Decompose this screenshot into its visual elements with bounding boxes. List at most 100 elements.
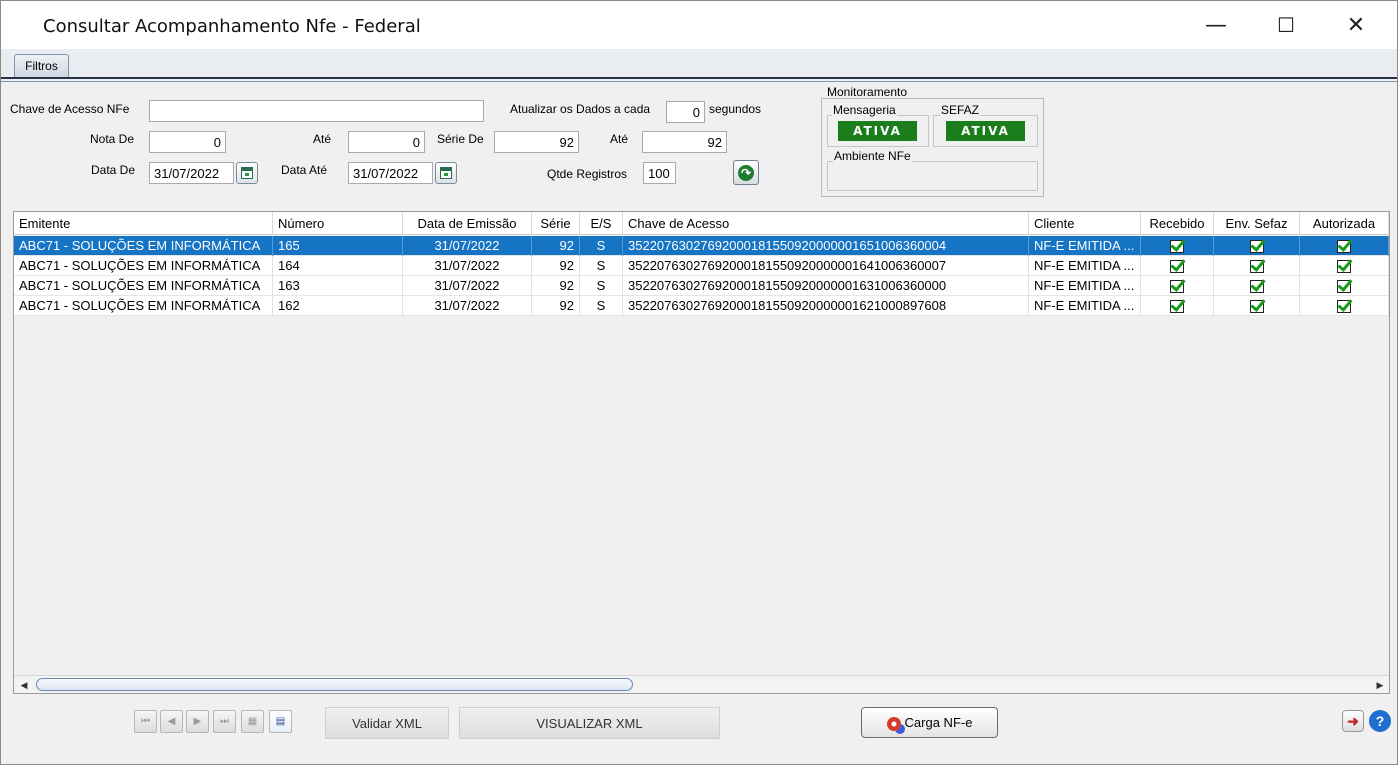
monitoramento-label: Monitoramento <box>827 85 908 99</box>
cell-es: S <box>580 276 623 296</box>
col-cliente[interactable]: Cliente <box>1029 212 1141 235</box>
checkmark-icon <box>1337 280 1351 294</box>
cell-serie: 92 <box>532 276 580 296</box>
chave-input[interactable] <box>149 100 484 122</box>
col-env-sefaz[interactable]: Env. Sefaz <box>1214 212 1300 235</box>
help-icon[interactable]: ? <box>1369 710 1391 732</box>
nota-ate-input[interactable]: 0 <box>348 131 425 153</box>
table-row[interactable]: ABC71 - SOLUÇÕES EM INFORMÁTICA 163 31/07/… <box>14 276 1389 296</box>
carga-nfe-label: Carga NF-e <box>904 715 973 730</box>
table-row[interactable]: ABC71 - SOLUÇÕES EM INFORMÁTICA 164 31/07/… <box>14 256 1389 276</box>
tab-filtros[interactable]: Filtros <box>14 54 69 77</box>
checkmark-icon <box>1249 260 1264 274</box>
sefaz-label: SEFAZ <box>940 103 981 117</box>
col-serie[interactable]: Série <box>532 212 580 235</box>
cell-cliente: NF-E EMITIDA ... <box>1029 276 1141 296</box>
prev-icon[interactable]: ◀ <box>160 710 183 733</box>
checkmark-icon <box>1170 280 1184 294</box>
cell-cliente: NF-E EMITIDA ... <box>1029 296 1141 316</box>
calendar-icon[interactable] <box>435 162 457 184</box>
checkmark-icon <box>1170 300 1184 314</box>
data-de-label: Data De <box>91 163 136 177</box>
cell-recebido <box>1141 236 1214 256</box>
col-autorizada[interactable]: Autorizada <box>1300 212 1389 235</box>
atualizar-input[interactable]: 0 <box>666 101 705 123</box>
export-icon[interactable]: ▤ <box>269 710 292 733</box>
cell-cliente: NF-E EMITIDA ... <box>1029 256 1141 276</box>
close-button[interactable]: ✕ <box>1321 1 1391 49</box>
cell-serie: 92 <box>532 256 580 276</box>
cell-numero: 163 <box>273 276 403 296</box>
validar-xml-button[interactable]: Validar XML <box>325 707 449 739</box>
checkmark-icon <box>1170 240 1184 254</box>
cell-emitente: ABC71 - SOLUÇÕES EM INFORMÁTICA <box>14 256 273 276</box>
chave-label: Chave de Acesso NFe <box>10 102 130 116</box>
checkmark-icon <box>1249 240 1264 254</box>
grid-icon[interactable]: ▦ <box>241 710 264 733</box>
calendar-icon[interactable] <box>236 162 258 184</box>
nota-de-input[interactable]: 0 <box>149 131 226 153</box>
serie-de-input[interactable]: 92 <box>494 131 579 153</box>
serie-ate-label: Até <box>610 132 629 146</box>
cell-serie: 92 <box>532 296 580 316</box>
col-emitente[interactable]: Emitente <box>14 212 273 235</box>
sefaz-status-badge: ATIVA <box>946 121 1025 141</box>
data-ate-input[interactable]: 31/07/2022 <box>348 162 433 184</box>
checkmark-icon <box>1170 260 1184 274</box>
cell-env-sefaz <box>1214 236 1300 256</box>
minimize-button[interactable]: — <box>1181 1 1251 49</box>
col-chave[interactable]: Chave de Acesso <box>623 212 1029 235</box>
checkmark-icon <box>1337 240 1351 254</box>
col-data-emissao[interactable]: Data de Emissão <box>403 212 532 235</box>
cell-recebido <box>1141 256 1214 276</box>
cell-emitente: ABC71 - SOLUÇÕES EM INFORMÁTICA <box>14 296 273 316</box>
qtde-input[interactable]: 100 <box>643 162 676 184</box>
ambiente-box <box>827 161 1038 191</box>
cell-chave: 3522076302769200018155092000000164100636… <box>623 256 1029 276</box>
window-title: Consultar Acompanhamento Nfe - Federal <box>43 16 421 37</box>
serie-ate-input[interactable]: 92 <box>642 131 727 153</box>
cell-serie: 92 <box>532 236 580 256</box>
cell-recebido <box>1141 276 1214 296</box>
tab-strip <box>1 49 1397 79</box>
cell-autorizada <box>1300 276 1389 296</box>
last-icon[interactable]: ⏭ <box>213 710 236 733</box>
atualizar-label: Atualizar os Dados a cada <box>510 102 651 116</box>
refresh-button[interactable]: ↷ <box>733 160 759 185</box>
cell-data: 31/07/2022 <box>403 236 532 256</box>
tab-divider <box>1 77 1397 82</box>
col-numero[interactable]: Número <box>273 212 403 235</box>
cell-chave: 3522076302769200018155092000000163100636… <box>623 276 1029 296</box>
col-recebido[interactable]: Recebido <box>1141 212 1214 235</box>
first-icon[interactable]: ⏮ <box>134 710 157 733</box>
exit-icon[interactable]: ➜ <box>1342 710 1364 732</box>
cell-chave: 3522076302769200018155092000000162100089… <box>623 296 1029 316</box>
table-row[interactable]: ABC71 - SOLUÇÕES EM INFORMÁTICA 165 31/07/… <box>14 236 1389 256</box>
carga-nfe-button[interactable]: Carga NF-e <box>861 707 998 738</box>
table-row[interactable]: ABC71 - SOLUÇÕES EM INFORMÁTICA 162 31/07/… <box>14 296 1389 316</box>
horizontal-scrollbar[interactable]: ◀ ▶ <box>14 675 1389 693</box>
scroll-left-icon[interactable]: ◀ <box>18 679 30 691</box>
maximize-button[interactable]: ☐ <box>1251 1 1321 49</box>
gears-icon <box>886 716 901 731</box>
serie-de-label: Série De <box>437 132 484 146</box>
cell-env-sefaz <box>1214 296 1300 316</box>
cell-autorizada <box>1300 256 1389 276</box>
visualizar-xml-button[interactable]: VISUALIZAR XML <box>459 707 720 739</box>
title-bar: Consultar Acompanhamento Nfe - Federal —… <box>1 1 1397 49</box>
nota-de-label: Nota De <box>90 132 135 146</box>
col-es[interactable]: E/S <box>580 212 623 235</box>
app-window: Consultar Acompanhamento Nfe - Federal —… <box>0 0 1398 765</box>
scroll-thumb[interactable] <box>36 678 633 691</box>
scroll-right-icon[interactable]: ▶ <box>1374 679 1386 691</box>
data-de-input[interactable]: 31/07/2022 <box>149 162 234 184</box>
checkmark-icon <box>1249 300 1264 314</box>
cell-numero: 162 <box>273 296 403 316</box>
grid-header: Emitente Número Data de Emissão Série E/… <box>14 212 1389 235</box>
cell-autorizada <box>1300 296 1389 316</box>
cell-numero: 164 <box>273 256 403 276</box>
cell-emitente: ABC71 - SOLUÇÕES EM INFORMÁTICA <box>14 276 273 296</box>
next-icon[interactable]: ▶ <box>186 710 209 733</box>
checkmark-icon <box>1249 280 1264 294</box>
segundos-label: segundos <box>709 102 762 116</box>
